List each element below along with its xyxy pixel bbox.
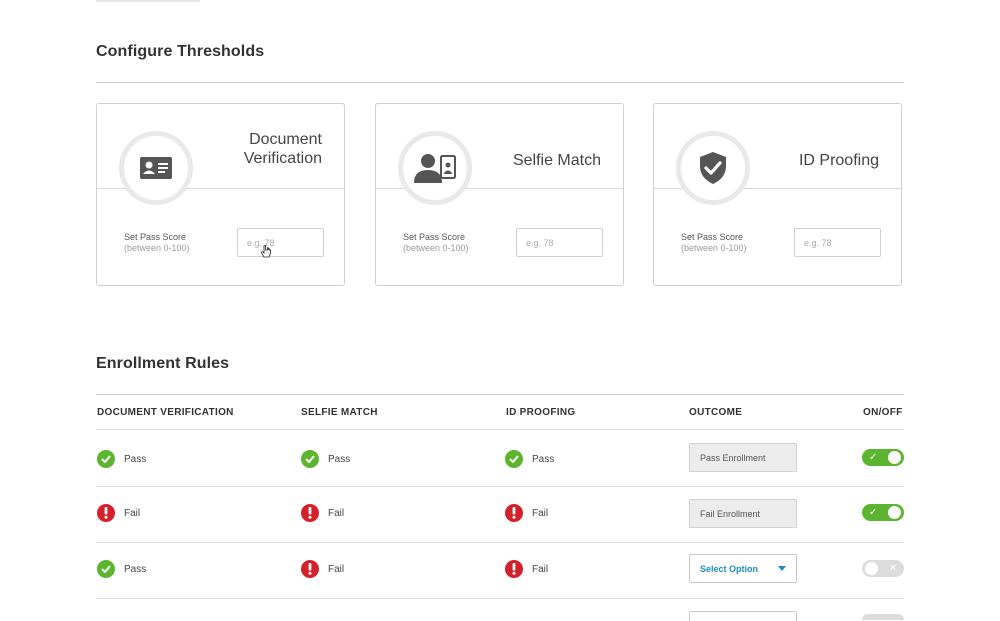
card-icon-ring <box>119 131 193 205</box>
close-icon: ✕ <box>888 563 897 574</box>
fail-alert-icon <box>301 504 319 522</box>
pass-score-range-hint: (between 0-100) <box>124 243 190 253</box>
table-row-divider <box>96 486 904 487</box>
fail-alert-icon <box>505 560 523 578</box>
check-icon: ✓ <box>869 452 878 463</box>
shield-check-icon <box>700 152 726 184</box>
threshold-card-document-verification: Document Verification Set Pass Score (be… <box>96 103 345 286</box>
toggle-knob <box>888 506 901 519</box>
threshold-card-selfie-match: Selfie Match Set Pass Score (between 0-1… <box>375 103 624 286</box>
top-tab-stub <box>96 0 200 2</box>
pass-score-label: Set Pass Score (between 0-100) <box>124 232 190 254</box>
pass-score-input-id-proofing[interactable] <box>794 228 881 257</box>
threshold-card-id-proofing: ID Proofing Set Pass Score (between 0-10… <box>653 103 902 286</box>
rule-status-selfie: Pass <box>301 450 350 468</box>
status-text: Pass <box>532 453 555 465</box>
outcome-select[interactable]: Select Option <box>689 554 797 583</box>
fail-alert-icon <box>301 560 319 578</box>
pass-score-range-hint: (between 0-100) <box>681 243 747 253</box>
column-header-document-verification: DOCUMENT VERIFICATION <box>97 407 234 418</box>
status-text: Fail <box>328 507 345 519</box>
pass-score-label-text: Set Pass Score <box>403 232 466 242</box>
rule-status-document: Pass <box>97 560 146 578</box>
card-title-line1: ID Proofing <box>798 152 879 169</box>
status-text: Pass <box>124 563 147 575</box>
pass-score-label: Set Pass Score (between 0-100) <box>403 232 469 254</box>
rule-status-selfie: Fail <box>301 560 344 578</box>
section-divider <box>96 82 904 83</box>
rule-status-document: Fail <box>97 504 140 522</box>
pass-check-icon <box>505 450 523 468</box>
column-header-on-off: ON/OFF <box>863 407 903 418</box>
pass-score-label: Set Pass Score (between 0-100) <box>681 232 747 254</box>
status-text: Fail <box>124 507 141 519</box>
pass-check-icon <box>301 450 319 468</box>
pass-check-icon <box>97 450 115 468</box>
pass-score-input-document[interactable] <box>237 228 324 257</box>
outcome-field: Pass Enrollment <box>689 443 797 472</box>
toggle-knob <box>865 562 878 575</box>
table-row-divider <box>96 598 904 599</box>
status-text: Fail <box>532 563 549 575</box>
table-row-divider <box>96 542 904 543</box>
card-title-line1: Selfie Match <box>512 152 601 169</box>
section-divider <box>96 394 904 395</box>
column-header-selfie-match: SELFIE MATCH <box>301 407 378 418</box>
card-title-line1: Document <box>249 131 322 148</box>
rule-toggle[interactable]: ✓ <box>862 504 904 521</box>
pass-check-icon <box>97 560 115 578</box>
card-icon-ring <box>676 131 750 205</box>
selfie-icon <box>414 154 456 183</box>
card-icon-ring <box>398 131 472 205</box>
status-text: Fail <box>532 507 549 519</box>
rule-status-selfie: Fail <box>301 504 344 522</box>
rule-toggle[interactable]: ✓ <box>862 449 904 466</box>
section-title-thresholds: Configure Thresholds <box>96 43 265 60</box>
pass-score-label-text: Set Pass Score <box>681 232 744 242</box>
rule-toggle[interactable]: ✕ <box>862 560 904 577</box>
card-title: Document Verification <box>244 130 322 168</box>
section-title-enrollment: Enrollment Rules <box>96 355 230 372</box>
outcome-field: Fail Enrollment <box>689 499 797 528</box>
rule-status-id: Pass <box>505 450 554 468</box>
card-title: ID Proofing <box>799 151 879 170</box>
status-text: Pass <box>124 453 147 465</box>
pass-score-input-selfie[interactable] <box>516 228 603 257</box>
fail-alert-icon <box>505 504 523 522</box>
fail-alert-icon <box>97 504 115 522</box>
rule-toggle-partial[interactable] <box>862 614 904 620</box>
rule-status-document: Pass <box>97 450 146 468</box>
status-text: Fail <box>328 563 345 575</box>
hand-cursor-icon <box>261 245 271 258</box>
column-header-id-proofing: ID PROOFING <box>506 407 576 418</box>
id-card-icon <box>140 157 172 179</box>
check-icon: ✓ <box>869 507 878 518</box>
caret-down-icon <box>778 566 786 571</box>
column-header-outcome: OUTCOME <box>689 407 743 418</box>
select-option-label: Select Option <box>700 563 759 574</box>
outcome-select-partial[interactable] <box>689 611 797 621</box>
toggle-knob <box>888 451 901 464</box>
card-title-line2: Verification <box>243 150 322 167</box>
pass-score-label-text: Set Pass Score <box>124 232 187 242</box>
status-text: Pass <box>328 453 351 465</box>
table-row-divider <box>96 429 904 430</box>
rule-status-id: Fail <box>505 504 548 522</box>
rule-status-id: Fail <box>505 560 548 578</box>
pass-score-range-hint: (between 0-100) <box>403 243 469 253</box>
card-title: Selfie Match <box>513 151 601 170</box>
